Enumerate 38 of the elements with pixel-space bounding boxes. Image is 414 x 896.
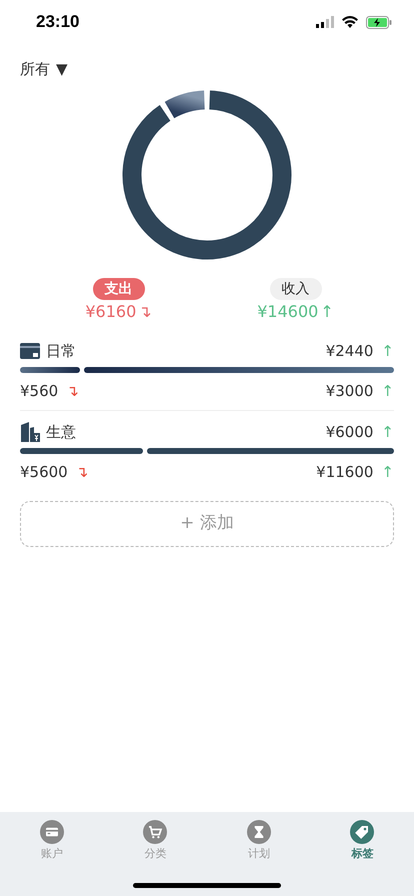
expense-bar — [20, 367, 80, 373]
tab-bar-item[interactable]: 计划 — [218, 820, 299, 862]
cart-icon[interactable] — [143, 820, 168, 844]
tag-expense: ¥5600 — [20, 462, 68, 483]
wifi-icon — [342, 16, 358, 28]
caret-icon[interactable]: ▼ — [56, 58, 68, 80]
arrow-icon: ↴ — [66, 380, 79, 402]
tag-balance: ¥6000 — [326, 422, 374, 443]
tag-income: ¥3000 — [326, 380, 374, 402]
arrow-icon: ↑ — [381, 380, 394, 402]
tab-bar-item[interactable]: 标签 — [322, 820, 402, 862]
hourglass-icon[interactable] — [246, 820, 271, 844]
signal-icon — [316, 16, 334, 28]
type-tab[interactable]: 收入 — [270, 278, 322, 300]
tag-name[interactable]: 生意 — [46, 420, 76, 444]
add-button[interactable]: + 添加 — [20, 501, 394, 547]
tag-balance: ¥2440 — [326, 340, 374, 362]
arrow-icon: ↴ — [76, 460, 88, 484]
total-amount: ¥6160 — [85, 301, 136, 323]
arrow-icon: ↴ — [138, 300, 152, 324]
tag-name[interactable]: 日常 — [46, 340, 76, 362]
total-amount: ¥14600 — [257, 301, 318, 323]
filter-label[interactable]: 所有 — [20, 58, 50, 80]
type-tab[interactable]: 支出 — [92, 278, 144, 300]
arrow-icon: ↑ — [320, 300, 334, 324]
card-icon[interactable] — [40, 820, 64, 844]
tab-bar-item[interactable]: 账户 — [12, 820, 92, 862]
tag-expense: ¥560 — [20, 380, 58, 402]
arrow-icon: ↑ — [381, 420, 394, 444]
card-icon — [20, 343, 40, 359]
tag-icon[interactable] — [350, 820, 374, 844]
status-time: 23:10 — [36, 11, 80, 34]
battery-icon — [366, 16, 392, 28]
tag-income: ¥11600 — [316, 462, 374, 483]
arrow-icon: ↑ — [381, 340, 394, 362]
building-icon — [20, 422, 40, 442]
arrow-icon: ↑ — [381, 460, 394, 484]
tab-bar-item[interactable]: 分类 — [115, 820, 196, 862]
